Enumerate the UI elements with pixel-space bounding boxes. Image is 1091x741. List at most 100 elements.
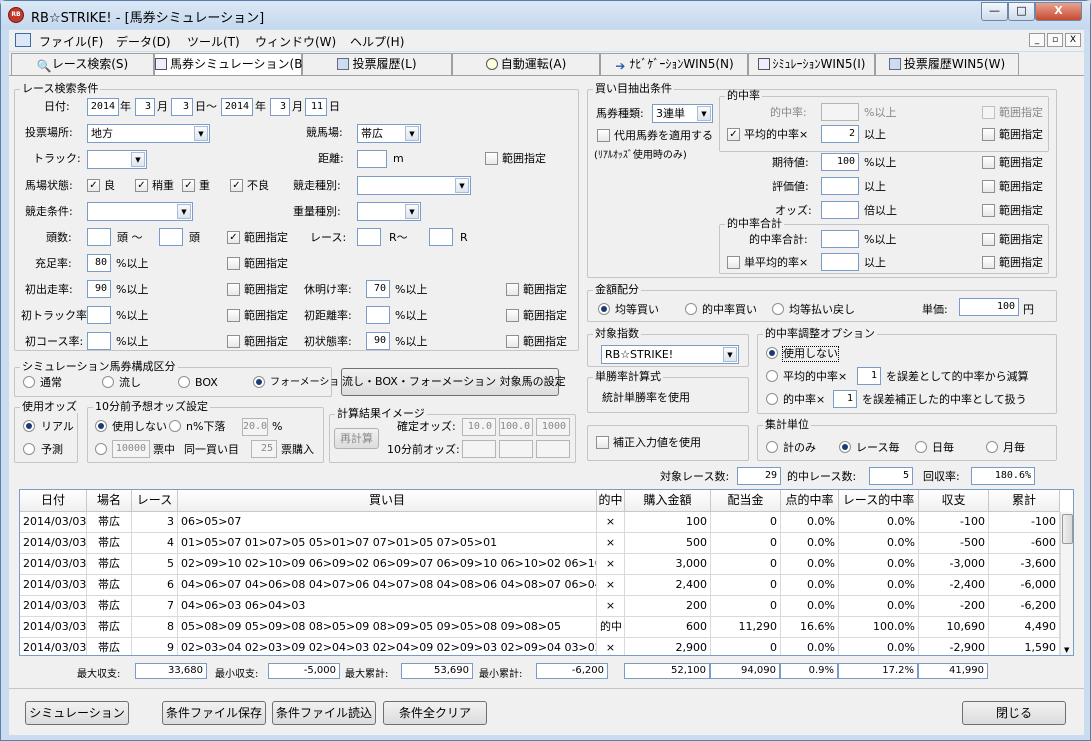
tab-auto-run[interactable]: 自動運転(A)	[452, 53, 600, 75]
ticket-type-select[interactable]: 3連単 ▼	[652, 104, 713, 123]
race-to-field[interactable]	[429, 228, 453, 246]
col-header-race[interactable]: レース	[132, 490, 178, 512]
tab-race-search[interactable]: 🔍レース検索(S)	[11, 53, 154, 75]
heads-from-field[interactable]	[87, 228, 111, 246]
race-from-field[interactable]	[357, 228, 381, 246]
menu-tools[interactable]: ツール(T)	[187, 33, 240, 50]
target-horse-settings-button[interactable]: 流し・BOX・フォーメーション 対象馬の設定	[341, 368, 566, 396]
expect-range-checkbox[interactable]	[982, 156, 995, 169]
col-header-bets[interactable]: 買い目	[178, 490, 597, 512]
table-row[interactable]: 2014/03/03 帯広 8 05>08>09 05>09>08 08>05>09 …	[20, 617, 1060, 638]
condition-bad-checkbox[interactable]: ✓	[230, 179, 243, 192]
tab-vote-history[interactable]: 投票履歴(L)	[302, 53, 452, 75]
fill-rate-field[interactable]: 80	[87, 254, 111, 272]
load-conditions-button[interactable]: 条件ファイル読込	[272, 701, 376, 725]
track-select[interactable]: ▼	[87, 150, 147, 169]
first-dist-range-checkbox[interactable]	[506, 309, 519, 322]
first-state-field[interactable]: 90	[366, 332, 390, 350]
table-row[interactable]: 2014/03/03 帯広 3 06>05>07 × 100 0 0.0% 0.0% -100 -1…	[20, 512, 1060, 533]
maximize-button[interactable]: □	[1008, 2, 1035, 21]
hit-adjust-sub-radio[interactable]	[766, 370, 778, 382]
condition-good-checkbox[interactable]: ✓	[87, 179, 100, 192]
from-month-field[interactable]: 3	[135, 98, 155, 116]
first-track-range-checkbox[interactable]	[227, 309, 240, 322]
odds-predict-radio[interactable]	[23, 443, 35, 455]
first-course-field[interactable]	[87, 332, 111, 350]
col-header-purchase[interactable]: 購入金額	[625, 490, 711, 512]
rest-field[interactable]: 70	[366, 280, 390, 298]
distance-field[interactable]	[357, 150, 387, 168]
first-track-field[interactable]	[87, 306, 111, 324]
table-row[interactable]: 2014/03/03 帯広 5 02>09>10 02>10>09 06>09>02 …	[20, 554, 1060, 575]
col-header-race-hit[interactable]: レース的中率	[839, 490, 919, 512]
clear-conditions-button[interactable]: 条件全クリア	[383, 701, 487, 725]
eval-field[interactable]	[821, 177, 859, 195]
mdi-restore-button[interactable]: ▫	[1047, 33, 1063, 47]
to-month-field[interactable]: 3	[270, 98, 290, 116]
menu-help[interactable]: ヘルプ(H)	[350, 33, 404, 50]
composition-normal-radio[interactable]	[23, 376, 35, 388]
hit-adjust-none-radio[interactable]	[766, 347, 778, 359]
odds10-same-radio[interactable]	[95, 443, 107, 455]
unit-price-field[interactable]: 100	[959, 298, 1019, 316]
col-header-cumulative[interactable]: 累計	[989, 490, 1060, 512]
col-header-profit[interactable]: 収支	[919, 490, 989, 512]
tab-simulation-win5[interactable]: ｼﾐｭﾚｰｼｮﾝWIN5(I)	[748, 53, 875, 75]
condition-heavy-checkbox[interactable]: ✓	[182, 179, 195, 192]
first-course-range-checkbox[interactable]	[227, 335, 240, 348]
substitute-checkbox[interactable]	[597, 129, 610, 142]
odds-field[interactable]	[821, 201, 859, 219]
tab-ticket-simulation[interactable]: 馬券シミュレーション(B)	[154, 53, 307, 75]
alloc-payout-radio[interactable]	[772, 303, 784, 315]
odds-real-radio[interactable]	[23, 420, 35, 432]
fixed-odds-field-1[interactable]: 10.0	[462, 418, 496, 436]
hit-adjust-sub-field[interactable]: 1	[857, 367, 881, 385]
col-header-payout[interactable]: 配当金	[711, 490, 781, 512]
close-window-button[interactable]: X	[1035, 2, 1082, 21]
rest-range-checkbox[interactable]	[506, 283, 519, 296]
mdi-close-button[interactable]: X	[1065, 33, 1081, 47]
avg-hit-field[interactable]: 2	[821, 125, 859, 143]
mdi-child-icon[interactable]	[15, 33, 31, 47]
save-conditions-button[interactable]: 条件ファイル保存	[162, 701, 266, 725]
odds10-votes-field[interactable]: 25	[251, 440, 277, 458]
close-button[interactable]: 閉じる	[962, 701, 1066, 725]
first-run-field[interactable]: 90	[87, 280, 111, 298]
agg-total-radio[interactable]	[766, 441, 778, 453]
race-kind-select[interactable]: ▼	[357, 176, 471, 195]
tab-navigation-win5[interactable]: ➔ ﾅﾋﾞｹﾞｰｼｮﾝWIN5(N)	[600, 53, 748, 75]
simulate-button[interactable]: シミュレーション	[25, 701, 129, 725]
menu-data[interactable]: データ(D)	[116, 33, 171, 50]
from-day-field[interactable]: 3	[171, 98, 193, 116]
composition-formation-radio[interactable]	[253, 376, 265, 388]
track-name-select[interactable]: 帯広 ▼	[357, 124, 421, 143]
col-header-point-hit[interactable]: 点的中率	[781, 490, 839, 512]
alloc-hit-radio[interactable]	[685, 303, 697, 315]
first-dist-field[interactable]	[366, 306, 390, 324]
fill-rate-range-checkbox[interactable]	[227, 257, 240, 270]
target-index-select[interactable]: RB☆STRIKE! ▼	[601, 345, 739, 364]
venue-type-select[interactable]: 地方 ▼	[87, 124, 210, 143]
single-avg-range-checkbox[interactable]	[982, 256, 995, 269]
menu-window[interactable]: ウィンドウ(W)	[255, 33, 336, 50]
mdi-minimize-button[interactable]: _	[1029, 33, 1045, 47]
hit-rate-field[interactable]	[821, 103, 859, 121]
avg-hit-range-checkbox[interactable]	[982, 128, 995, 141]
alloc-equal-radio[interactable]	[598, 303, 610, 315]
hit-total-range-checkbox[interactable]	[982, 233, 995, 246]
weight-kind-select[interactable]: ▼	[357, 202, 421, 221]
col-header-hit[interactable]: 的中	[597, 490, 625, 512]
ten-min-odds-field-1[interactable]	[462, 440, 496, 458]
title-bar[interactable]: RB RB☆STRIKE! - [馬券シミュレーション] — □ X	[1, 1, 1090, 29]
race-cond-select[interactable]: ▼	[87, 202, 193, 221]
results-grid[interactable]: 日付 場名 レース 買い目 的中 購入金額 配当金 点的中率 レース的中率 収支…	[19, 489, 1074, 656]
composition-box-radio[interactable]	[178, 376, 190, 388]
table-row[interactable]: 2014/03/03 帯広 6 04>06>07 04>06>08 04>07>06 …	[20, 575, 1060, 596]
first-run-range-checkbox[interactable]	[227, 283, 240, 296]
ten-min-odds-field-3[interactable]	[536, 440, 570, 458]
fixed-odds-field-3[interactable]: 1000	[536, 418, 570, 436]
hit-total-field[interactable]	[821, 230, 859, 248]
fixed-odds-field-2[interactable]: 100.0	[499, 418, 533, 436]
menu-file[interactable]: ファイル(F)	[39, 33, 103, 50]
recalculate-button[interactable]: 再計算	[334, 428, 379, 449]
